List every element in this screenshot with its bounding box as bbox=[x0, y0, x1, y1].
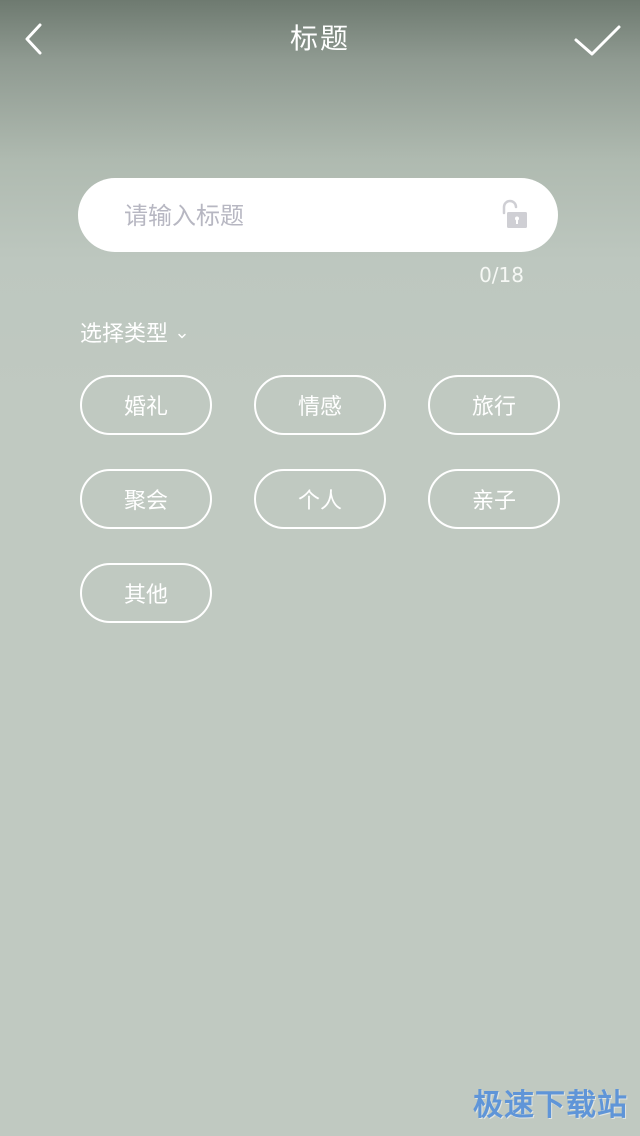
privacy-lock-button[interactable] bbox=[496, 196, 536, 236]
type-select-dropdown[interactable]: 选择类型 bbox=[80, 318, 188, 352]
confirm-button[interactable] bbox=[570, 18, 626, 62]
title-input-container bbox=[78, 178, 558, 252]
type-select-label: 选择类型 bbox=[80, 322, 169, 347]
type-chip-travel[interactable]: 旅行 bbox=[428, 375, 560, 435]
type-chip-wedding[interactable]: 婚礼 bbox=[80, 375, 212, 435]
type-chip-personal[interactable]: 个人 bbox=[254, 469, 386, 529]
type-chip-party[interactable]: 聚会 bbox=[80, 469, 212, 529]
title-input[interactable] bbox=[122, 192, 486, 240]
watermark-text: 极速下载站 bbox=[473, 1088, 628, 1123]
unlocked-padlock-icon bbox=[502, 199, 527, 228]
type-chip-other[interactable]: 其他 bbox=[80, 563, 212, 623]
top-bar: 标题 bbox=[0, 0, 640, 80]
title-char-count: 0/18 bbox=[479, 263, 524, 287]
page-title: 标题 bbox=[289, 22, 350, 55]
type-chip-family[interactable]: 亲子 bbox=[428, 469, 560, 529]
chevron-down-icon bbox=[178, 333, 186, 339]
checkmark-icon bbox=[574, 25, 621, 56]
type-chip-emotion[interactable]: 情感 bbox=[254, 375, 386, 435]
